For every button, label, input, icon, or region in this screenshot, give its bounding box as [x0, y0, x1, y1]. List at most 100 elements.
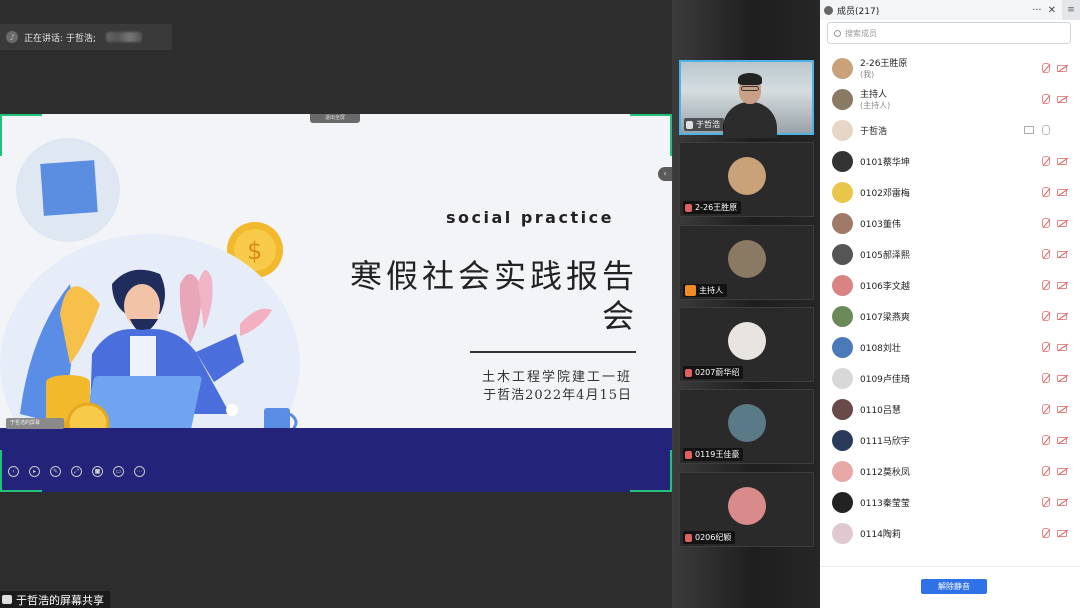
- member-row[interactable]: 0110吕慧: [820, 394, 1080, 424]
- video-icon[interactable]: ■: [92, 466, 103, 477]
- mic-muted-icon[interactable]: [1042, 249, 1050, 259]
- member-row[interactable]: 2-26王胜原 (我): [820, 53, 1080, 83]
- member-row[interactable]: 0103董伟: [820, 208, 1080, 238]
- camera-off-icon[interactable]: [1057, 219, 1067, 227]
- panel-title: 成员(217): [837, 6, 880, 17]
- video-tile[interactable]: 主持人: [679, 225, 814, 300]
- camera-off-icon[interactable]: [1057, 498, 1067, 506]
- microphone-icon: [686, 120, 693, 129]
- camera-off-icon[interactable]: [1057, 436, 1067, 444]
- video-tile[interactable]: 0119王佳豪: [679, 389, 814, 464]
- screen-share-area: ♪ 正在讲话: 于哲浩; $ social practice 寒假社会实践报告会…: [0, 0, 672, 608]
- member-name-text: 0111马欣宇: [860, 436, 910, 447]
- member-row[interactable]: 0102邓雷梅: [820, 177, 1080, 207]
- member-name-text: 0112莫秋凤: [860, 467, 910, 478]
- camera-off-icon[interactable]: [1057, 281, 1067, 289]
- avatar: [832, 212, 853, 234]
- search-icon: [834, 29, 841, 37]
- member-name-text: 主持人: [860, 90, 888, 100]
- member-row[interactable]: 0113秦莹莹: [820, 487, 1080, 517]
- member-row[interactable]: 0112莫秋凤: [820, 456, 1080, 486]
- camera-off-icon[interactable]: [1057, 529, 1067, 537]
- close-icon[interactable]: ✕: [1048, 5, 1056, 16]
- share-status-bar: 于哲浩的屏幕共享: [0, 591, 110, 608]
- avatar: [832, 274, 853, 296]
- camera-off-icon[interactable]: [1057, 343, 1067, 351]
- member-name-text: 0107梁燕爽: [860, 312, 910, 323]
- mic-muted-icon[interactable]: [1042, 156, 1050, 166]
- tile-label: 0119王佳豪: [683, 448, 744, 461]
- camera-off-icon[interactable]: [1057, 405, 1067, 413]
- member-name-text: 0109卢佳琦: [860, 374, 910, 385]
- camera-off-icon[interactable]: [1057, 64, 1067, 72]
- member-row[interactable]: 0114陶莉: [820, 518, 1080, 548]
- mic-muted-icon[interactable]: [1042, 373, 1050, 383]
- mic-muted-icon[interactable]: [1042, 94, 1050, 104]
- more-options-icon[interactable]: ···: [1032, 5, 1042, 16]
- video-tile[interactable]: 0207蔚华绍: [679, 307, 814, 382]
- camera-off-icon[interactable]: [1057, 250, 1067, 258]
- video-tiles-column: 于哲浩 2-26王胜原 主持人 0207蔚华绍 0119王佳豪 0206纪颖: [672, 0, 820, 608]
- member-row[interactable]: 0111马欣宇: [820, 425, 1080, 455]
- collapse-panel-button[interactable]: ‹: [658, 167, 672, 181]
- mic-muted-icon[interactable]: [1042, 218, 1050, 228]
- search-input[interactable]: 搜索成员: [827, 22, 1071, 44]
- member-row[interactable]: 主持人 (主持人): [820, 84, 1080, 114]
- camera-off-icon[interactable]: [1057, 312, 1067, 320]
- screen-share-icon: [1024, 126, 1034, 134]
- avatar: [728, 322, 766, 360]
- member-row[interactable]: 0101蔡华坤: [820, 146, 1080, 176]
- tile-label: 于哲浩: [684, 118, 724, 131]
- mic-muted-icon[interactable]: [1042, 404, 1050, 414]
- mic-muted-icon[interactable]: [1042, 311, 1050, 321]
- member-name-text: 0113秦莹莹: [860, 498, 910, 509]
- camera-off-icon[interactable]: [1057, 157, 1067, 165]
- camera-off-icon[interactable]: [1057, 467, 1067, 475]
- member-name: 0109卢佳琦: [860, 372, 910, 385]
- camera-off-icon[interactable]: [1057, 374, 1067, 382]
- menu-icon[interactable]: ≡: [1062, 0, 1080, 20]
- unmute-all-button[interactable]: 解除静音: [921, 579, 987, 594]
- avatar: [832, 491, 853, 513]
- pen-icon[interactable]: ✎: [50, 466, 61, 477]
- mic-muted-icon[interactable]: [1042, 435, 1050, 445]
- expand-icon[interactable]: ⤢: [71, 466, 82, 477]
- mic-muted-icon[interactable]: [1042, 280, 1050, 290]
- slide-divider: [470, 351, 636, 353]
- member-row[interactable]: 0105郝泽熙: [820, 239, 1080, 269]
- avatar: [832, 243, 853, 265]
- exit-fullscreen-tag[interactable]: 退出全屏: [310, 114, 360, 123]
- member-row[interactable]: 0109卢佳琦: [820, 363, 1080, 393]
- avatar: [728, 404, 766, 442]
- microphone-icon[interactable]: [1042, 125, 1050, 135]
- mic-muted-icon[interactable]: [1042, 342, 1050, 352]
- member-row[interactable]: 0108刘壮: [820, 332, 1080, 362]
- member-row[interactable]: 0106李文越: [820, 270, 1080, 300]
- back-icon[interactable]: ‹: [8, 466, 19, 477]
- tile-name: 0119王佳豪: [695, 450, 740, 459]
- play-icon[interactable]: ▸: [29, 466, 40, 477]
- camera-off-icon[interactable]: [1057, 95, 1067, 103]
- avatar: [832, 305, 853, 327]
- avatar: [728, 240, 766, 278]
- host-icon: [685, 285, 696, 296]
- member-name: 0113秦莹莹: [860, 496, 910, 509]
- chat-icon[interactable]: ▭: [113, 466, 124, 477]
- mic-muted-icon[interactable]: [1042, 187, 1050, 197]
- avatar: [832, 181, 853, 203]
- more-icon[interactable]: ⋯: [134, 466, 145, 477]
- video-tile[interactable]: 于哲浩: [679, 60, 814, 138]
- video-tile[interactable]: 0206纪颖: [679, 472, 814, 547]
- avatar: [832, 119, 853, 141]
- mic-muted-icon[interactable]: [1042, 528, 1050, 538]
- member-row[interactable]: 于哲浩: [820, 115, 1080, 145]
- mic-muted-icon[interactable]: [1042, 63, 1050, 73]
- panel-header: 成员(217) ··· ✕ ≡: [820, 0, 1080, 20]
- avatar: [832, 57, 853, 79]
- mic-muted-icon[interactable]: [1042, 466, 1050, 476]
- slide-title: 寒假社会实践报告会: [349, 257, 638, 335]
- video-tile[interactable]: 2-26王胜原: [679, 142, 814, 217]
- mic-muted-icon[interactable]: [1042, 497, 1050, 507]
- camera-off-icon[interactable]: [1057, 188, 1067, 196]
- member-row[interactable]: 0107梁燕爽: [820, 301, 1080, 331]
